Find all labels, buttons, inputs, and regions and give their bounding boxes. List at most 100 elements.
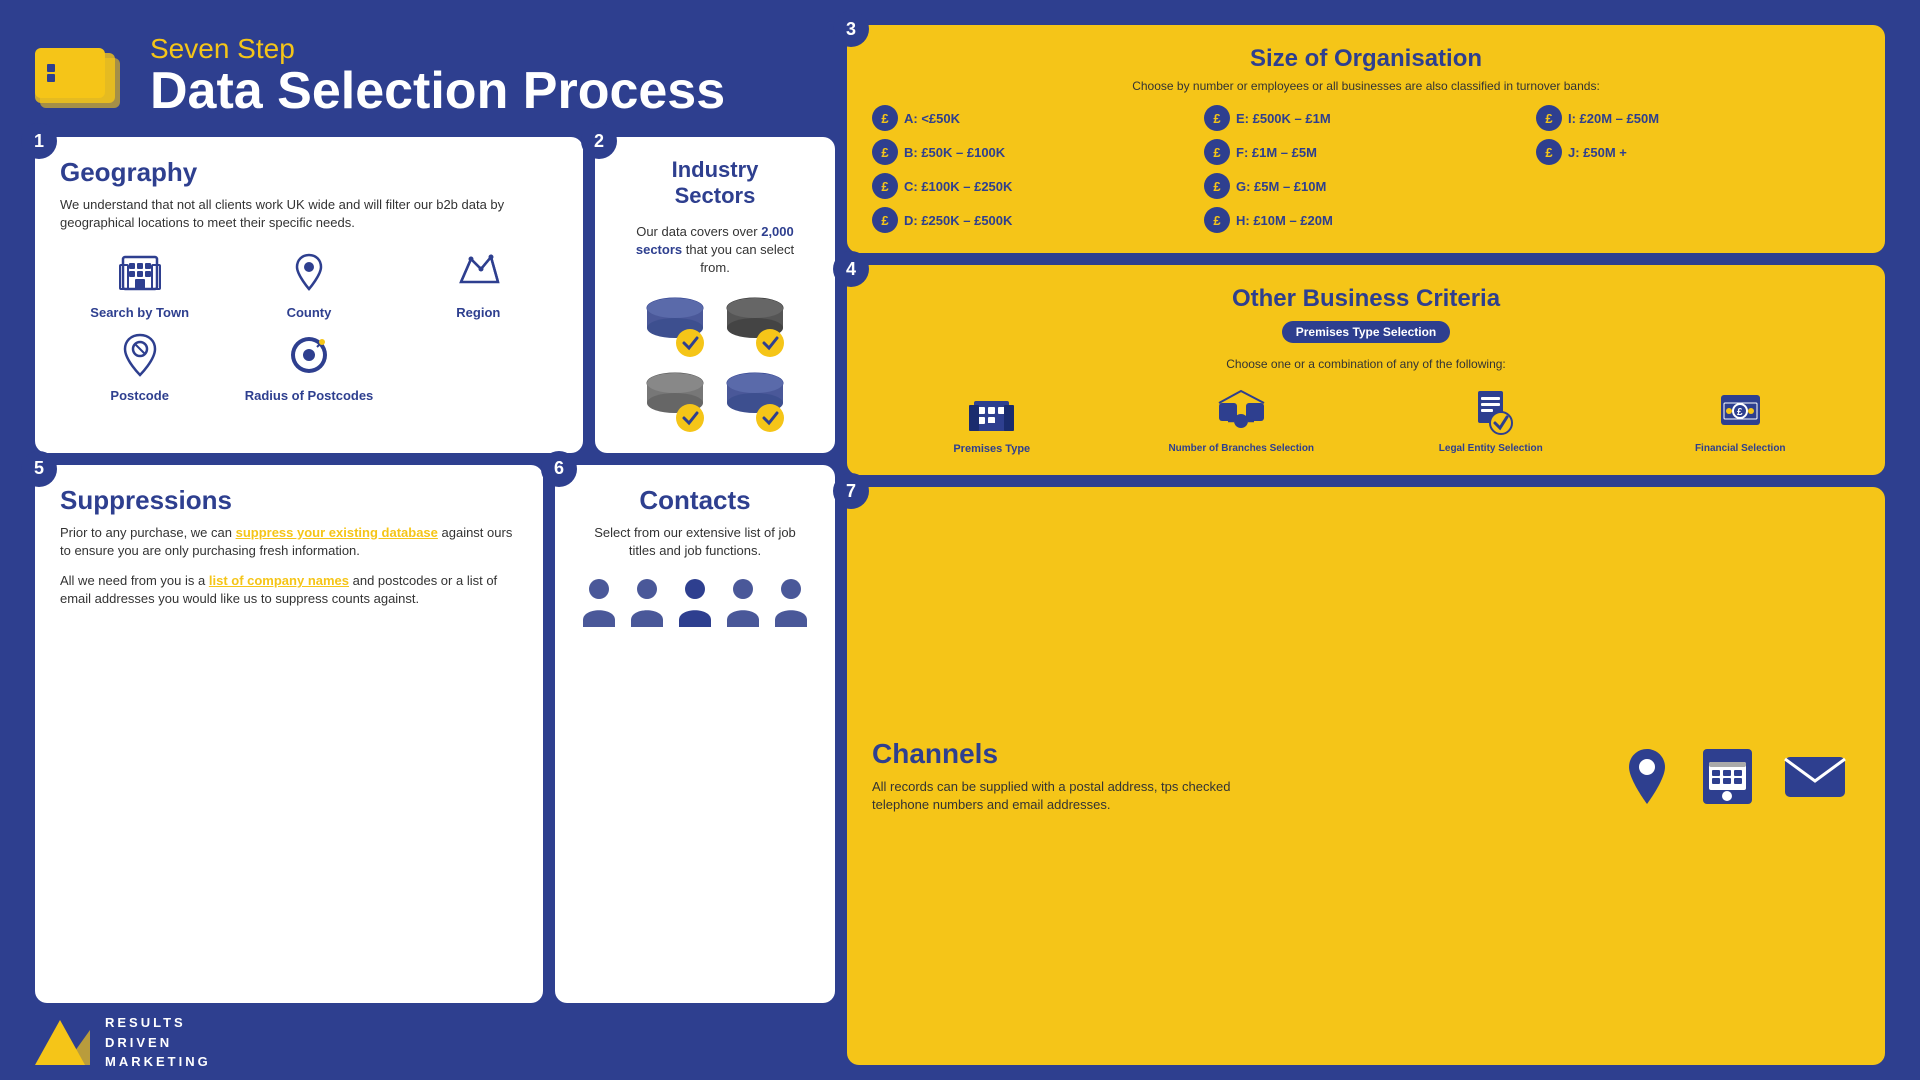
step2-panel: 2 IndustrySectors Our data covers over 2…	[595, 137, 835, 453]
steps-12-row: 1 Geography We understand that not all c…	[35, 137, 835, 453]
premises-icon	[964, 383, 1019, 438]
postcode-icon	[115, 330, 165, 380]
step7-content: Channels All records can be supplied wit…	[872, 738, 1620, 814]
criteria-legal: Legal Entity Selection	[1371, 383, 1611, 455]
size-item-a: £ A: <£50K	[872, 105, 1196, 131]
financial-label: Financial Selection	[1695, 443, 1786, 454]
size-item-b: £ B: £50K – £100K	[872, 139, 1196, 165]
geo-item-postcode: Postcode	[60, 330, 219, 403]
geo-label-region: Region	[456, 305, 500, 320]
step3-badge: 3	[833, 11, 869, 47]
left-column: 1 Geography We understand that not all c…	[35, 137, 835, 1003]
pound-icon-f: £	[1204, 139, 1230, 165]
person-icon-4	[724, 575, 762, 627]
page-wrapper: Seven Step Data Selection Process 1 Geog…	[0, 0, 1920, 1080]
db-icon-1	[640, 293, 710, 358]
pound-icon-h: £	[1204, 207, 1230, 233]
map-pin-icon	[284, 247, 334, 297]
step7-title: Channels	[872, 738, 1620, 770]
rdm-logo-icon	[35, 1020, 90, 1065]
geo-label-postcode: Postcode	[110, 388, 169, 403]
geo-item-town: Search by Town	[60, 247, 219, 320]
header: Seven Step Data Selection Process	[35, 25, 835, 125]
radius-icon	[284, 330, 334, 380]
pound-icon-c: £	[872, 173, 898, 199]
step1-badge: 1	[21, 123, 57, 159]
legal-icon	[1463, 383, 1518, 438]
step7-body: All records can be supplied with a posta…	[872, 778, 1272, 814]
steps-56-row: 5 Suppressions Prior to any purchase, we…	[35, 465, 835, 1003]
step2-title: IndustrySectors	[672, 157, 759, 209]
step3-subtitle: Choose by number or employees or all bus…	[872, 79, 1860, 93]
legal-label: Legal Entity Selection	[1439, 443, 1543, 454]
step5-body1: Prior to any purchase, we can suppress y…	[60, 524, 518, 560]
person-icon-1	[580, 575, 618, 627]
size-item-c: £ C: £100K – £250K	[872, 173, 1196, 199]
geo-item-radius: Radius of Postcodes	[229, 330, 388, 403]
step5-body2: All we need from you is a list of compan…	[60, 572, 518, 608]
pound-icon-a: £	[872, 105, 898, 131]
step5-badge: 5	[21, 451, 57, 487]
step4-subtitle: Choose one or a combination of any of th…	[872, 357, 1860, 371]
step7-panel: 7 Channels All records can be supplied w…	[847, 487, 1885, 1065]
header-title: Data Selection Process	[150, 65, 725, 117]
person-icon-5	[772, 575, 810, 627]
geo-label-radius: Radius of Postcodes	[245, 388, 374, 403]
criteria-premises: Premises Type	[872, 383, 1112, 455]
step1-body: We understand that not all clients work …	[60, 196, 558, 232]
contacts-icons	[580, 575, 810, 627]
geo-item-region: Region	[399, 247, 558, 320]
step2-body: Our data covers over 2,000 sectors that …	[620, 223, 810, 278]
size-item-d: £ D: £250K – £500K	[872, 207, 1196, 233]
building-icon	[115, 247, 165, 297]
db-icons	[640, 293, 790, 433]
size-item-g: £ G: £5M – £10M	[1204, 173, 1528, 199]
step5-panel: 5 Suppressions Prior to any purchase, we…	[35, 465, 543, 1003]
geo-grid: Search by Town County	[60, 247, 558, 403]
header-subtitle: Seven Step	[150, 33, 725, 65]
step6-title: Contacts	[639, 485, 750, 516]
step4-panel: 4 Other Business Criteria Premises Type …	[847, 265, 1885, 475]
step5-title: Suppressions	[60, 485, 518, 516]
pound-icon-d: £	[872, 207, 898, 233]
right-column: 3 Size of Organisation Choose by number …	[847, 25, 1885, 1065]
telephone-icon	[1695, 744, 1760, 809]
logo-area: RESULTS DRIVEN MARKETING	[35, 1013, 211, 1072]
geo-label-county: County	[287, 305, 332, 320]
region-icon	[453, 247, 503, 297]
financial-icon: £	[1713, 383, 1768, 438]
criteria-financial: £ Financial Selection	[1621, 383, 1861, 455]
step3-panel: 3 Size of Organisation Choose by number …	[847, 25, 1885, 253]
pound-icon-g: £	[1204, 173, 1230, 199]
branches-icon	[1214, 383, 1269, 438]
size-item-f: £ F: £1M – £5M	[1204, 139, 1528, 165]
geo-item-county: County	[229, 247, 388, 320]
step7-badge: 7	[833, 473, 869, 509]
db-icon-2	[720, 293, 790, 358]
geo-label-town: Search by Town	[90, 305, 189, 320]
criteria-branches: Number of Branches Selection	[1122, 383, 1362, 455]
step6-body: Select from our extensive list of job ti…	[580, 524, 810, 560]
step6-badge: 6	[541, 451, 577, 487]
step6-panel: 6 Contacts Select from our extensive lis…	[555, 465, 835, 1003]
criteria-grid: Premises Type Number of Branches Selecti…	[872, 383, 1860, 455]
person-icon-2	[628, 575, 666, 627]
step4-badge-wrap: Premises Type Selection	[872, 321, 1860, 351]
channel-icons	[1620, 744, 1860, 809]
premises-label: Premises Type	[953, 443, 1030, 455]
premises-badge: Premises Type Selection	[1282, 321, 1451, 343]
pound-icon-i: £	[1536, 105, 1562, 131]
branches-label: Number of Branches Selection	[1168, 443, 1314, 454]
size-grid: £ A: <£50K £ E: £500K – £1M £ I: £20M – …	[872, 105, 1860, 233]
step2-badge: 2	[581, 123, 617, 159]
size-item-j: £ J: £50M +	[1536, 139, 1860, 165]
size-item-i: £ I: £20M – £50M	[1536, 105, 1860, 131]
logo-text: RESULTS DRIVEN MARKETING	[105, 1013, 211, 1072]
pound-icon-b: £	[872, 139, 898, 165]
size-item-h: £ H: £10M – £20M	[1204, 207, 1528, 233]
person-icon-3	[676, 575, 714, 627]
db-icon-3	[640, 368, 710, 433]
location-icon	[1620, 744, 1675, 809]
db-icon-4	[720, 368, 790, 433]
size-item-e: £ E: £500K – £1M	[1204, 105, 1528, 131]
